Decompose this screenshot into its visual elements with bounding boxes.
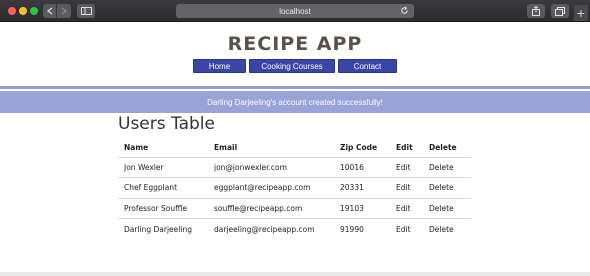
nav-contact-link[interactable]: Contact [338,59,397,73]
show-tabs-button[interactable] [551,4,569,18]
address-bar[interactable]: localhost [176,4,414,18]
user-name: Professor Souffle [118,198,208,219]
delete-link[interactable]: Delete [429,183,454,192]
column-header-zip: Zip Code [334,138,390,158]
users-table: Name Email Zip Code Edit Delete Jon Wexl… [118,138,471,239]
zoom-window-button[interactable] [30,7,38,15]
edit-link[interactable]: Edit [396,204,411,213]
column-header-email: Email [208,138,334,158]
flash-divider [0,86,590,89]
reload-icon[interactable] [400,6,409,15]
close-window-button[interactable] [8,7,16,15]
user-name: Darling Darjeeling [124,224,192,234]
plus-icon: + [576,5,586,21]
history-nav [43,4,71,18]
user-email: darjeeling@recipeapp.com [214,224,315,234]
table-row: Darling Darjeeling darjeeling@recipeapp.… [118,219,471,240]
user-email: souffle@recipeapp.com [208,198,334,219]
minimize-window-button[interactable] [19,7,27,15]
app-title: RECIPE APP [227,33,363,55]
share-button[interactable] [527,4,545,18]
user-name: Chef Eggplant [118,177,208,199]
users-table-title: Users Table [118,114,215,134]
window-bottom-border [0,272,590,276]
edit-link[interactable]: Edit [396,225,411,234]
column-header-name: Name [118,138,208,158]
column-header-edit: Edit [390,138,423,158]
sidebar-toggle-button[interactable] [77,4,95,18]
table-header-row: Name Email Zip Code Edit Delete [118,138,471,158]
tabs-icon [555,6,565,16]
user-zip: 91990 [340,224,364,234]
user-email: jon@jonwexler.com [208,157,334,178]
chevron-left-icon [46,7,52,15]
nav-home-link[interactable]: Home [193,59,246,73]
chevron-right-icon [61,7,67,15]
edit-link[interactable]: Edit [396,183,411,192]
user-zip: 10016 [334,157,390,178]
address-text: localhost [279,6,311,16]
main-nav: Home Cooking Courses Contact [0,59,590,73]
browser-toolbar: localhost + [0,0,590,22]
table-row: Chef Eggplant eggplant@recipeapp.com 203… [118,177,471,199]
user-name: Jon Wexler [118,157,208,178]
column-header-delete: Delete [423,138,471,158]
table-row: Jon Wexler jon@jonwexler.com 10016 Edit … [118,157,471,178]
share-icon [532,6,540,16]
table-row: Professor Souffle souffle@recipeapp.com … [118,198,471,219]
delete-link[interactable]: Delete [429,204,454,213]
back-button[interactable] [43,4,57,18]
sidebar-icon [80,7,92,15]
user-email: eggplant@recipeapp.com [208,177,334,199]
delete-link[interactable]: Delete [429,163,454,172]
forward-button[interactable] [57,4,71,18]
user-zip: 19103 [334,198,390,219]
delete-link[interactable]: Delete [429,225,454,234]
nav-courses-link[interactable]: Cooking Courses [249,59,335,73]
flash-text: Darling Darjeeling's account created suc… [207,97,383,107]
new-tab-button[interactable]: + [574,5,588,21]
flash-message: Darling Darjeeling's account created suc… [0,91,590,113]
user-zip: 20331 [334,177,390,199]
edit-link[interactable]: Edit [396,163,411,172]
